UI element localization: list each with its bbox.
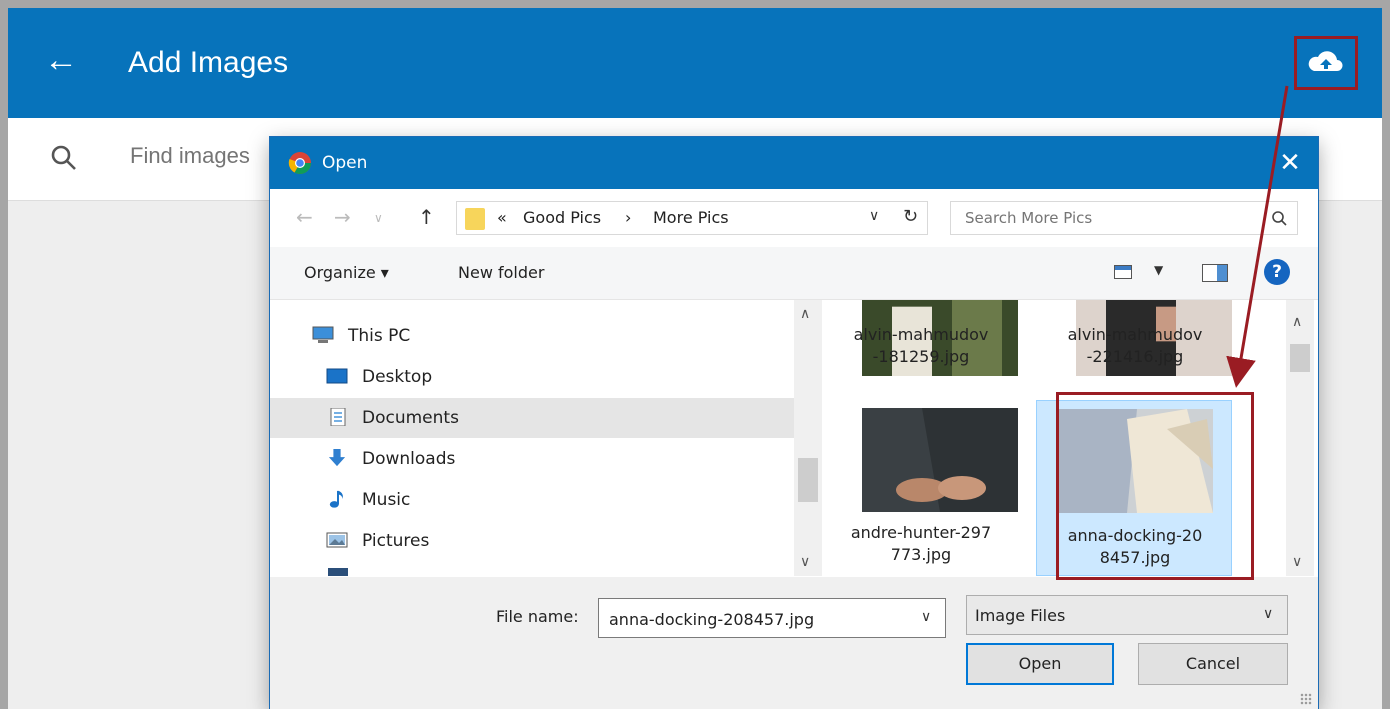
nav-item-music[interactable]: Music [270, 480, 794, 520]
file-name: alvin-mahmudov [853, 325, 989, 344]
scroll-down-icon[interactable]: ∨ [800, 554, 810, 570]
breadcrumb-good-pics[interactable]: Good Pics [523, 208, 601, 227]
folder-icon [465, 208, 485, 230]
file-name-field[interactable]: ∨ [598, 598, 946, 638]
file-name: -181259.jpg [872, 347, 970, 366]
nav-item-label: Downloads [362, 449, 456, 469]
breadcrumb-separator-icon: › [625, 208, 632, 227]
help-icon[interactable]: ? [1264, 259, 1290, 285]
file-name: -221416.jpg [1086, 347, 1184, 366]
file-name-input[interactable] [607, 609, 911, 630]
pictures-icon [326, 532, 348, 548]
scroll-thumb[interactable] [1290, 344, 1310, 372]
file-tile[interactable]: andre-hunter-297 773.jpg [826, 408, 1018, 576]
dialog-titlebar: Open ✕ [270, 137, 1318, 189]
search-icon [51, 145, 76, 170]
nav-item-label: Documents [362, 408, 459, 428]
scroll-up-icon[interactable]: ∧ [800, 306, 810, 322]
dialog-title: Open [322, 153, 368, 173]
scroll-up-icon[interactable]: ∧ [1292, 314, 1302, 330]
search-icon [1272, 211, 1287, 226]
file-name-label: File name: [496, 607, 579, 626]
open-button[interactable]: Open [966, 643, 1114, 685]
chevron-down-icon: ∨ [1263, 606, 1274, 622]
music-icon [329, 490, 343, 508]
pc-icon [312, 326, 334, 343]
close-icon[interactable]: ✕ [1270, 145, 1310, 181]
dialog-toolbar: Organize ▾ New folder ▼ ? [270, 247, 1318, 300]
scroll-thumb[interactable] [798, 458, 818, 502]
file-name: 773.jpg [890, 545, 952, 564]
chevron-down-icon[interactable]: ∨ [869, 208, 879, 224]
change-view-icon[interactable] [1114, 265, 1132, 279]
cloud-upload-icon [1308, 51, 1343, 71]
scroll-down-icon[interactable]: ∨ [1292, 554, 1302, 570]
documents-icon [330, 408, 346, 426]
view-dropdown-icon[interactable]: ▼ [1154, 263, 1163, 277]
file-scrollbar[interactable]: ∧ ∨ [1286, 300, 1314, 576]
nav-item-label: This PC [348, 326, 411, 346]
selected-file-callout [1056, 392, 1254, 580]
dialog-search-box[interactable] [950, 201, 1298, 235]
upload-button[interactable] [1294, 36, 1358, 90]
nav-scrollbar[interactable]: ∧ ∨ [794, 300, 822, 576]
navigation-pane: This PC Desktop Documents Downloads Musi… [270, 300, 794, 576]
breadcrumb-more-pics[interactable]: More Pics [653, 208, 729, 227]
nav-item-label: Music [362, 490, 411, 510]
downloads-icon [328, 449, 346, 467]
dialog-footer: File name: ∨ Image Files ∨ Open Cancel [270, 577, 1318, 709]
nav-item-documents[interactable]: Documents [270, 398, 794, 438]
app-header: ← Add Images [8, 8, 1382, 118]
desktop-icon [326, 368, 348, 384]
videos-icon [328, 568, 348, 576]
nav-item-this-pc[interactable]: This PC [270, 316, 794, 356]
forward-icon[interactable]: → [334, 205, 351, 229]
organize-button[interactable]: Organize ▾ [304, 263, 389, 282]
new-folder-button[interactable]: New folder [458, 263, 544, 282]
file-name: alvin-mahmudov [1067, 325, 1203, 344]
file-name: andre-hunter-297 [850, 523, 992, 542]
dialog-search-input[interactable] [963, 208, 1267, 228]
breadcrumb-prefix: « [497, 208, 507, 227]
chrome-icon [288, 152, 311, 174]
nav-item-downloads[interactable]: Downloads [270, 439, 794, 479]
address-row: ← → ∨ ↑ « Good Pics › More Pics ∨ ↻ [270, 189, 1318, 247]
back-arrow-icon[interactable]: ← [44, 42, 80, 78]
page-title: Add Images [128, 46, 289, 79]
back-icon[interactable]: ← [296, 205, 313, 229]
refresh-icon[interactable]: ↻ [903, 206, 918, 227]
nav-item-label: Desktop [362, 367, 433, 387]
preview-pane-icon[interactable] [1202, 264, 1228, 282]
address-bar[interactable]: « Good Pics › More Pics ∨ ↻ [456, 201, 928, 235]
image-thumbnail [862, 408, 1018, 512]
recent-locations-icon[interactable]: ∨ [374, 211, 383, 225]
resize-grip-icon[interactable] [1300, 693, 1312, 705]
nav-item-label: Pictures [362, 531, 430, 551]
chevron-down-icon[interactable]: ∨ [921, 609, 931, 625]
up-icon[interactable]: ↑ [418, 205, 435, 229]
nav-item-pictures[interactable]: Pictures [270, 521, 794, 561]
file-type-select[interactable]: Image Files ∨ [966, 595, 1288, 635]
file-type-value: Image Files [975, 606, 1066, 625]
nav-item-desktop[interactable]: Desktop [270, 357, 794, 397]
cancel-button[interactable]: Cancel [1138, 643, 1288, 685]
